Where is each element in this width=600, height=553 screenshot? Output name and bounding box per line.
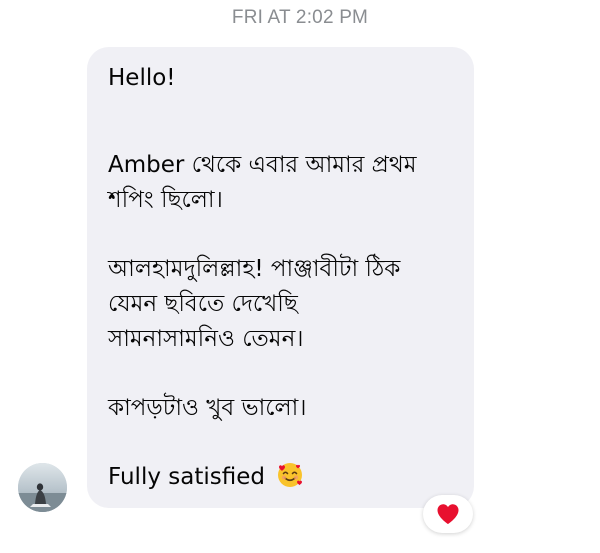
avatar[interactable] bbox=[18, 463, 67, 512]
closing-text: Fully satisfied bbox=[108, 464, 265, 490]
smiling-face-with-hearts-icon bbox=[278, 463, 303, 487]
heart-icon bbox=[437, 504, 459, 524]
message-greeting: Hello! bbox=[108, 65, 176, 91]
message-line: Amber থেকে এবার আমার প্রথম bbox=[108, 152, 417, 178]
message-timestamp: FRI AT 2:02 PM bbox=[231, 7, 369, 28]
avatar-photo bbox=[18, 463, 67, 512]
message-line: যেমন ছবিতে দেখেছি bbox=[108, 291, 298, 317]
message-line: আলহামদুলিল্লাহ! পাঞ্জাবীটা ঠিক bbox=[108, 256, 401, 282]
message-bubble[interactable]: Hello! Amber থেকে এবার আমার প্রথম শপিং ছ… bbox=[87, 47, 474, 508]
message-line: কাপড়টাও খুব ভালো। bbox=[108, 395, 307, 421]
message-closing: Fully satisfied bbox=[108, 460, 456, 495]
chat-screen: FRI AT 2:02 PM Hello! Amber থেকে এবার আম… bbox=[0, 0, 600, 553]
reaction-badge[interactable] bbox=[423, 495, 473, 533]
message-line: সামনাসামনিও তেমন। bbox=[108, 326, 304, 352]
message-line: শপিং ছিলো। bbox=[108, 187, 223, 213]
